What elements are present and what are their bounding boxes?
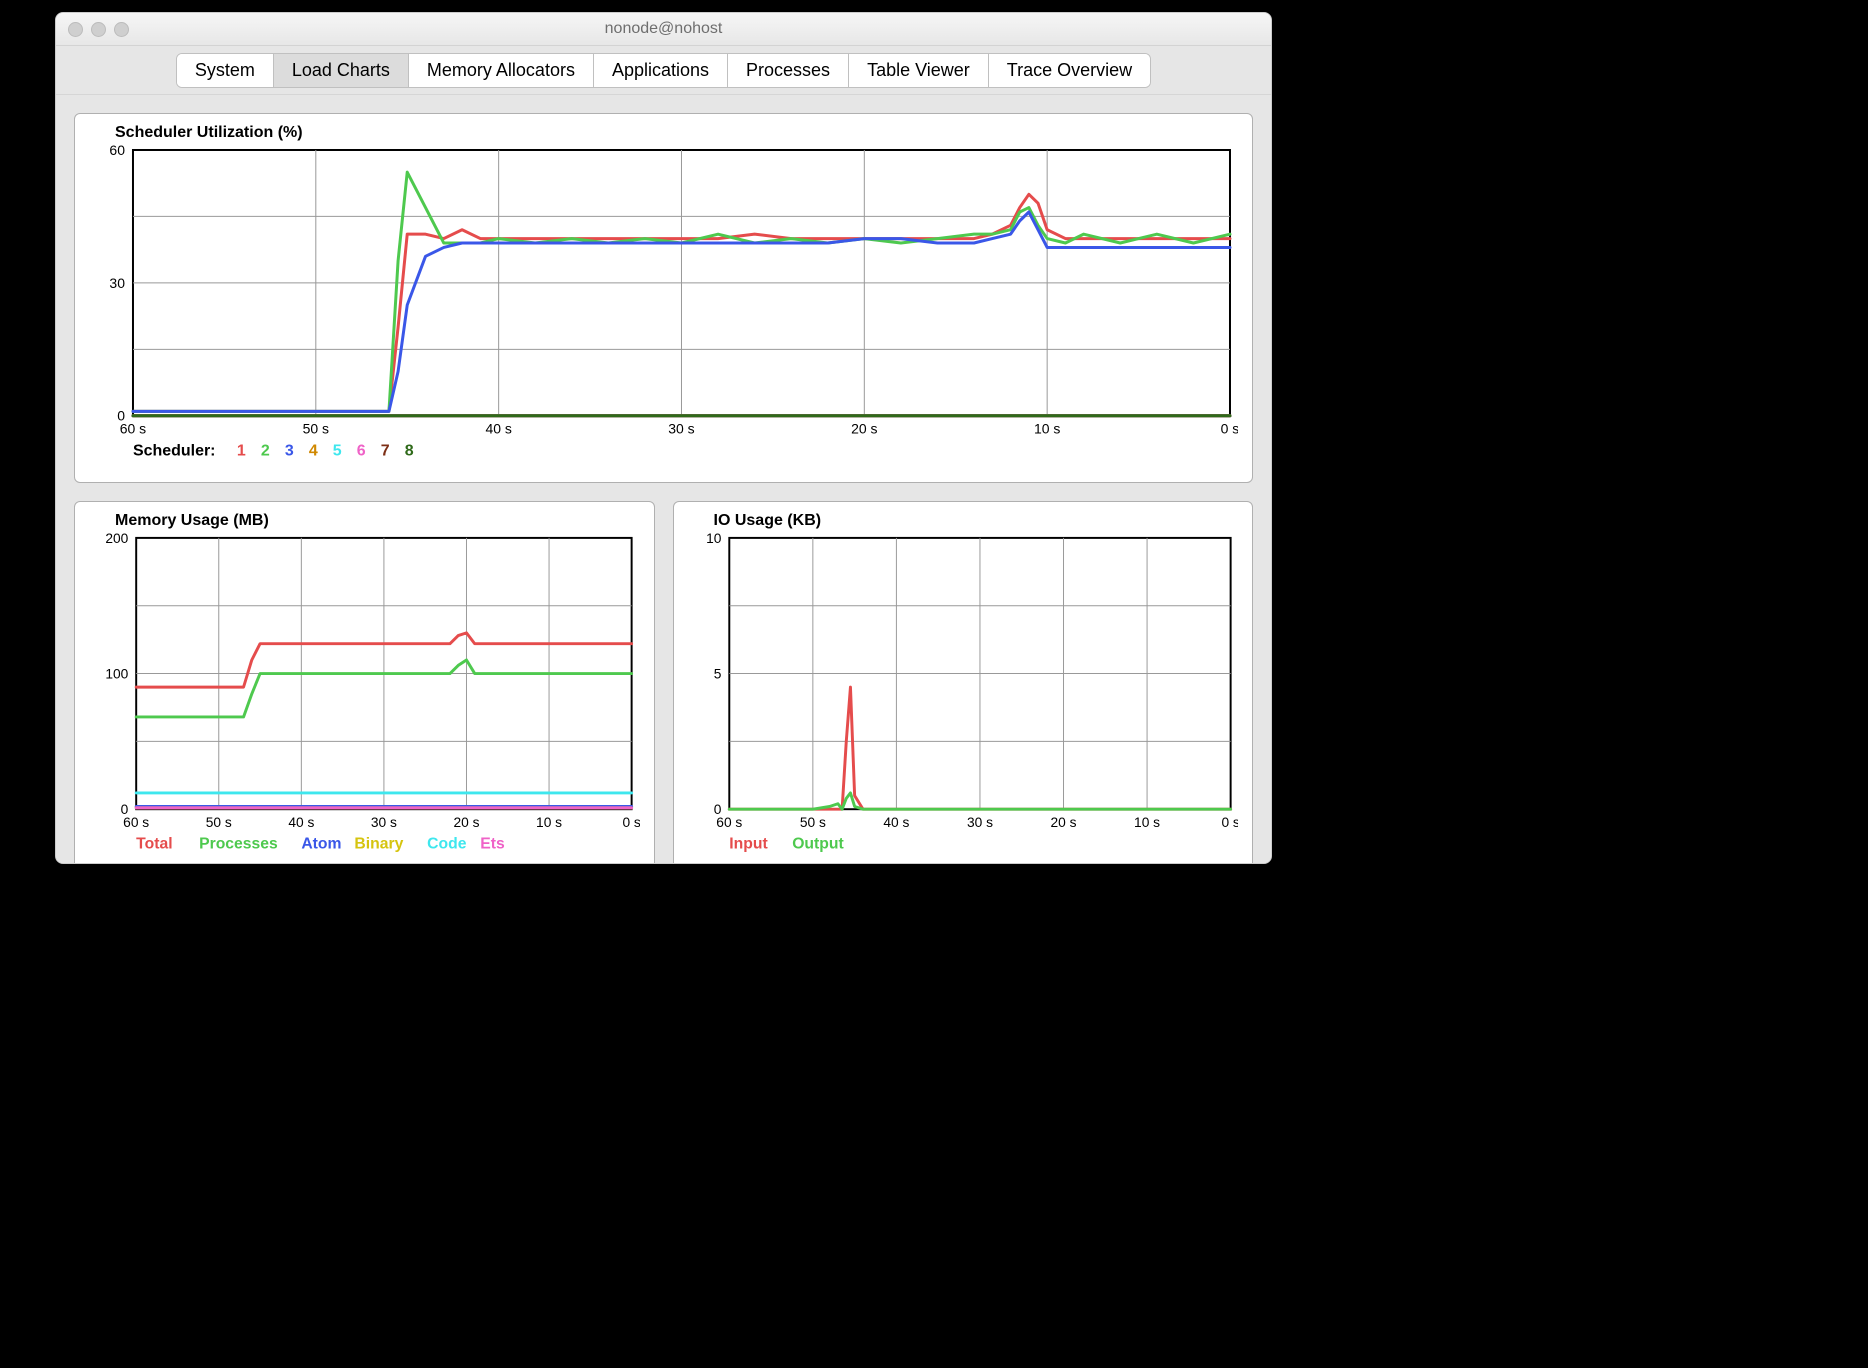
svg-text:40 s: 40 s [288, 815, 314, 830]
svg-text:60 s: 60 s [120, 421, 146, 437]
panel-io: IO Usage (KB) 051060 s50 s40 s30 s20 s10… [673, 501, 1254, 864]
svg-text:50 s: 50 s [206, 815, 232, 830]
svg-text:1: 1 [237, 443, 246, 460]
svg-text:40 s: 40 s [485, 421, 511, 437]
svg-text:20 s: 20 s [1050, 815, 1076, 830]
content-area: Scheduler Utilization (%) 0306060 s50 s4… [56, 95, 1271, 864]
zoom-icon[interactable] [114, 22, 129, 37]
svg-text:10: 10 [706, 532, 722, 546]
tab-load-charts[interactable]: Load Charts [274, 54, 409, 87]
svg-text:Binary: Binary [354, 835, 403, 852]
tab-applications[interactable]: Applications [594, 54, 728, 87]
chart-title-scheduler: Scheduler Utilization (%) [115, 124, 1238, 142]
svg-text:10 s: 10 s [1134, 815, 1160, 830]
svg-text:30 s: 30 s [371, 815, 397, 830]
window-controls [68, 22, 129, 37]
svg-text:50 s: 50 s [799, 815, 825, 830]
tab-table-viewer[interactable]: Table Viewer [849, 54, 989, 87]
svg-text:5: 5 [713, 666, 721, 681]
chart-scheduler: 0306060 s50 s40 s30 s20 s10 s0 sSchedule… [89, 144, 1238, 474]
chart-title-io: IO Usage (KB) [714, 512, 1239, 530]
svg-text:2: 2 [261, 443, 270, 460]
tabstrip: SystemLoad ChartsMemory AllocatorsApplic… [176, 53, 1151, 88]
svg-text:30 s: 30 s [668, 421, 694, 437]
tabbar: SystemLoad ChartsMemory AllocatorsApplic… [56, 46, 1271, 95]
svg-text:Atom: Atom [301, 835, 341, 852]
chart-io: 051060 s50 s40 s30 s20 s10 s0 sInputOutp… [688, 532, 1239, 864]
svg-text:60: 60 [109, 144, 125, 158]
tab-memory-allocators[interactable]: Memory Allocators [409, 54, 594, 87]
svg-text:0 s: 0 s [622, 815, 639, 830]
svg-text:Input: Input [729, 835, 768, 852]
svg-text:Processes: Processes [199, 835, 278, 852]
svg-text:5: 5 [333, 443, 342, 460]
panel-scheduler: Scheduler Utilization (%) 0306060 s50 s4… [74, 113, 1253, 483]
svg-text:Scheduler:: Scheduler: [133, 443, 216, 460]
svg-text:30: 30 [109, 275, 125, 291]
close-icon[interactable] [68, 22, 83, 37]
svg-text:200: 200 [105, 532, 128, 546]
svg-text:20 s: 20 s [453, 815, 479, 830]
chart-title-memory: Memory Usage (MB) [115, 512, 640, 530]
svg-text:50 s: 50 s [303, 421, 329, 437]
svg-text:20 s: 20 s [851, 421, 877, 437]
svg-text:60 s: 60 s [716, 815, 742, 830]
svg-text:30 s: 30 s [966, 815, 992, 830]
tab-processes[interactable]: Processes [728, 54, 849, 87]
svg-text:Total: Total [136, 835, 172, 852]
tab-system[interactable]: System [177, 54, 274, 87]
svg-text:7: 7 [381, 443, 390, 460]
tab-trace-overview[interactable]: Trace Overview [989, 54, 1150, 87]
svg-text:10 s: 10 s [536, 815, 562, 830]
svg-text:40 s: 40 s [883, 815, 909, 830]
panel-memory: Memory Usage (MB) 010020060 s50 s40 s30 … [74, 501, 655, 864]
svg-text:0 s: 0 s [1221, 421, 1238, 437]
svg-text:0 s: 0 s [1221, 815, 1238, 830]
svg-text:4: 4 [309, 443, 318, 460]
titlebar: nonode@nohost [56, 13, 1271, 46]
window-title: nonode@nohost [605, 20, 723, 38]
svg-text:10 s: 10 s [1034, 421, 1060, 437]
svg-text:100: 100 [105, 666, 128, 681]
svg-text:Output: Output [792, 835, 844, 852]
app-window: nonode@nohost SystemLoad ChartsMemory Al… [55, 12, 1272, 864]
svg-text:Ets: Ets [480, 835, 505, 852]
svg-text:60 s: 60 s [123, 815, 149, 830]
svg-text:Code: Code [427, 835, 467, 852]
svg-text:6: 6 [357, 443, 366, 460]
svg-text:8: 8 [405, 443, 414, 460]
minimize-icon[interactable] [91, 22, 106, 37]
svg-text:3: 3 [285, 443, 294, 460]
chart-memory: 010020060 s50 s40 s30 s20 s10 s0 sTotalP… [89, 532, 640, 864]
